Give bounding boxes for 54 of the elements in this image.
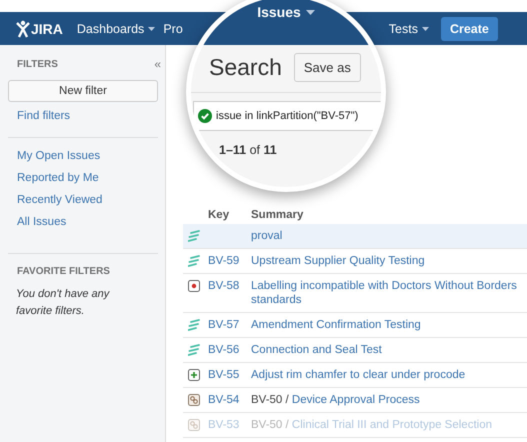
- subtask-icon: [188, 394, 200, 406]
- test-icon: [188, 344, 200, 356]
- nav-menu[interactable]: Dashboards: [76, 22, 156, 36]
- result-count: 1–11 of 11: [218, 142, 277, 157]
- query-field[interactable]: issue in linkPartition("BV-57"): [193, 101, 381, 131]
- test-icon: [188, 319, 200, 331]
- test-icon: [188, 255, 200, 267]
- issue-row[interactable]: BV-56 Connection and Seal Test: [183, 338, 527, 363]
- new-filter-button[interactable]: New filter: [8, 80, 158, 102]
- caret-icon: [422, 26, 429, 30]
- issue-row[interactable]: BV-59 Upstream Supplier Quality Testing: [183, 249, 527, 274]
- issue-summary[interactable]: Upstream Supplier Quality Testing: [251, 254, 521, 268]
- issue-row[interactable]: proval: [183, 224, 527, 249]
- issue-row[interactable]: BV-58 Labelling incompatible with Doctors Without Borders standards: [183, 274, 527, 313]
- section-heading: FILTERS: [17, 58, 58, 70]
- caret-icon: [148, 26, 156, 30]
- filter-link[interactable]: All Issues: [8, 216, 165, 228]
- filter-link[interactable]: Reported by Me: [8, 172, 165, 184]
- column-header[interactable]: Summary: [251, 208, 304, 220]
- logo-text: JIRA: [31, 20, 63, 36]
- issue-summary[interactable]: proval: [251, 229, 521, 243]
- find-filters-link[interactable]: Find filters: [8, 110, 165, 122]
- test-icon: [188, 230, 200, 242]
- issue-key-link[interactable]: BV-57: [208, 319, 240, 331]
- issue-summary[interactable]: Amendment Confirmation Testing: [251, 318, 521, 332]
- issue-row[interactable]: BV-55 Adjust rim chamfer to clear under procode: [183, 363, 527, 388]
- page-title: Search: [209, 54, 282, 81]
- empty-message: You don't have any favorite filters.: [15, 287, 111, 318]
- collapse-button[interactable]: «: [154, 57, 165, 71]
- issue-summary[interactable]: Labelling incompatible with Doctors Without Borders standards: [251, 279, 521, 307]
- issue-key-link[interactable]: BV-56: [208, 344, 240, 356]
- filter-link[interactable]: Recently Viewed: [8, 194, 165, 206]
- issue-row[interactable]: BV-54 BV-50 / Device Approval Process: [183, 388, 527, 413]
- nav-menu[interactable]: Issues: [257, 4, 315, 20]
- issue-summary[interactable]: Connection and Seal Test: [251, 343, 521, 357]
- column-header[interactable]: Key: [208, 208, 251, 220]
- nav-menu[interactable]: Pro: [163, 22, 183, 36]
- caret-icon: [306, 10, 315, 14]
- issue-summary[interactable]: BV-50 / Device Approval Process: [251, 393, 521, 407]
- save-as-button[interactable]: Save as: [294, 53, 361, 82]
- issue-key-link[interactable]: BV-58: [208, 280, 240, 292]
- plus-icon: [188, 369, 200, 381]
- issue-key-link[interactable]: BV-54: [208, 394, 240, 406]
- issue-row[interactable]: BV-57 Amendment Confirmation Testing: [183, 313, 527, 338]
- subtask-icon: [188, 419, 200, 431]
- logo-icon: [16, 20, 30, 38]
- issue-key-link[interactable]: BV-55: [208, 369, 240, 381]
- section-heading: FAVORITE FILTERS: [16, 266, 111, 277]
- issue-summary[interactable]: Adjust rim chamfer to clear under procode: [251, 368, 521, 382]
- create-button[interactable]: Create: [440, 16, 498, 40]
- filter-link[interactable]: My Open Issues: [8, 150, 165, 162]
- bug-icon: [188, 280, 200, 292]
- issue-key-link[interactable]: BV-59: [208, 255, 240, 267]
- nav-menu[interactable]: Tests: [388, 22, 429, 36]
